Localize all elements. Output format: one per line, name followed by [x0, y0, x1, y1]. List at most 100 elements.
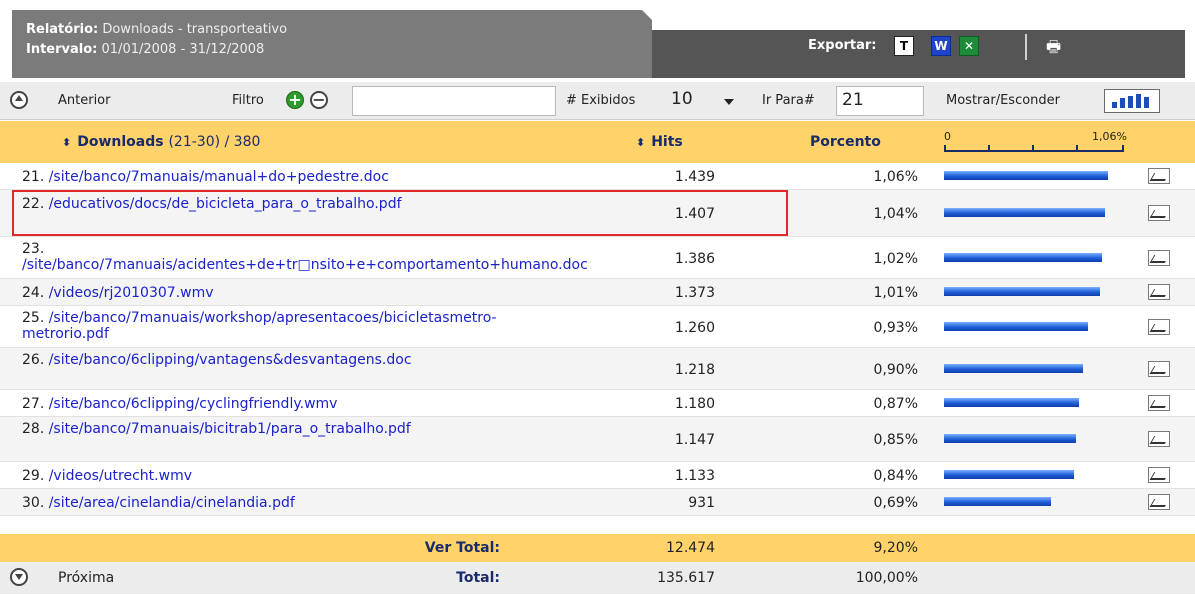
- text-export-icon[interactable]: T: [894, 36, 914, 56]
- goto-input[interactable]: 21: [836, 86, 924, 116]
- table-row: 23. /site/banco/7manuais/acidentes+de+tr…: [0, 237, 1195, 279]
- hits-value: 931: [688, 495, 715, 511]
- percent-bar: [944, 322, 1088, 331]
- percent-bar: [944, 398, 1079, 407]
- chart-icon[interactable]: [1148, 250, 1170, 266]
- report-header: Relatório: Downloads - transporteativo I…: [0, 0, 1195, 80]
- percent-value: 0,93%: [873, 320, 918, 336]
- pagination-footer: Próxima Total: 135.617 100,00%: [0, 562, 1195, 594]
- table-row: 30. /site/area/cinelandia/cinelandia.pdf…: [0, 489, 1195, 516]
- divider: [1025, 34, 1027, 60]
- hits-column-header[interactable]: ⬍ Hits: [636, 134, 683, 150]
- percent-value: 0,84%: [873, 468, 918, 484]
- view-total-hits: 12.474: [666, 540, 715, 556]
- hits-value: 1.373: [674, 285, 715, 301]
- word-export-icon[interactable]: W: [931, 36, 951, 56]
- previous-arrow-icon[interactable]: [10, 91, 28, 109]
- toggle-bars-button[interactable]: [1104, 89, 1160, 113]
- filter-input[interactable]: [352, 86, 556, 116]
- total-hits: 135.617: [657, 570, 715, 586]
- percent-value: 1,06%: [873, 169, 918, 185]
- total-label: Total:: [456, 570, 500, 586]
- download-link[interactable]: 28. /site/banco/7manuais/bicitrab1/para_…: [22, 421, 522, 437]
- chart-icon[interactable]: [1148, 205, 1170, 221]
- chart-icon[interactable]: [1148, 395, 1170, 411]
- download-link[interactable]: 29. /videos/utrecht.wmv: [22, 468, 522, 484]
- percent-value: 1,04%: [873, 206, 918, 222]
- chart-icon[interactable]: [1148, 494, 1170, 510]
- interval-value: 01/01/2008 - 31/12/2008: [101, 42, 265, 57]
- percent-value: 0,90%: [873, 362, 918, 378]
- table-row: 28. /site/banco/7manuais/bicitrab1/para_…: [0, 417, 1195, 462]
- chart-icon[interactable]: [1148, 168, 1170, 184]
- hits-value: 1.147: [674, 432, 715, 448]
- chart-icon[interactable]: [1148, 467, 1170, 483]
- toggle-label: Mostrar/Esconder: [946, 93, 1060, 108]
- table-row: 21. /site/banco/7manuais/manual+do+pedes…: [0, 163, 1195, 190]
- sort-icon[interactable]: ⬍: [62, 136, 71, 149]
- percent-value: 1,01%: [873, 285, 918, 301]
- chart-icon[interactable]: [1148, 431, 1170, 447]
- shown-label: # Exibidos: [566, 93, 636, 108]
- percent-bar: [944, 434, 1076, 443]
- highlight-box: [12, 190, 788, 236]
- download-link[interactable]: 23. /site/banco/7manuais/acidentes+de+tr…: [22, 241, 588, 273]
- hits-value: 1.218: [674, 362, 715, 378]
- chart-icon[interactable]: [1148, 361, 1170, 377]
- table-row: 25. /site/banco/7manuais/workshop/aprese…: [0, 306, 1195, 348]
- scale-min: 0: [944, 130, 951, 143]
- download-link[interactable]: 21. /site/banco/7manuais/manual+do+pedes…: [22, 169, 522, 185]
- download-link[interactable]: 30. /site/area/cinelandia/cinelandia.pdf: [22, 495, 522, 511]
- percent-bar: [944, 364, 1083, 373]
- total-percent: 100,00%: [855, 570, 918, 586]
- chart-icon[interactable]: [1148, 284, 1170, 300]
- downloads-range: (21-30) / 380: [168, 134, 261, 150]
- next-button[interactable]: Próxima: [58, 570, 114, 586]
- percent-value: 1,02%: [873, 251, 918, 267]
- view-total-label[interactable]: Ver Total:: [420, 540, 500, 556]
- download-link[interactable]: 26. /site/banco/6clipping/vantagens&desv…: [22, 352, 522, 368]
- excel-export-icon[interactable]: ✕: [959, 36, 979, 56]
- hits-value: 1.439: [674, 169, 715, 185]
- table-row: 26. /site/banco/6clipping/vantagens&desv…: [0, 348, 1195, 390]
- toolbar: Anterior Filtro + − # Exibidos 10 Ir Par…: [0, 82, 1195, 120]
- view-total-row: Ver Total: 12.474 9,20%: [0, 534, 1195, 562]
- percent-bar: [944, 470, 1074, 479]
- table-row: 27. /site/banco/6clipping/cyclingfriendl…: [0, 390, 1195, 417]
- percent-value: 0,69%: [873, 495, 918, 511]
- percent-bar: [944, 253, 1102, 262]
- download-link[interactable]: 24. /videos/rj2010307.wmv: [22, 285, 522, 301]
- table-row: 24. /videos/rj2010307.wmv 1.373 1,01%: [0, 279, 1195, 306]
- chart-icon[interactable]: [1148, 319, 1170, 335]
- report-label: Relatório:: [26, 22, 99, 37]
- sort-icon[interactable]: ⬍: [636, 136, 645, 149]
- chevron-down-icon[interactable]: [724, 99, 734, 105]
- download-link[interactable]: 25. /site/banco/7manuais/workshop/aprese…: [22, 310, 522, 342]
- report-value: Downloads - transporteativo: [102, 22, 288, 37]
- export-label: Exportar:: [808, 38, 877, 53]
- percent-bar: [944, 497, 1051, 506]
- next-arrow-icon[interactable]: [10, 568, 28, 586]
- percent-value: 0,85%: [873, 432, 918, 448]
- report-line: Relatório: Downloads - transporteativo: [26, 22, 287, 37]
- bar-scale: 0 1,06%: [944, 130, 1127, 156]
- print-icon[interactable]: 🖶: [1046, 36, 1061, 63]
- interval-label: Intervalo:: [26, 42, 98, 57]
- remove-filter-icon[interactable]: −: [310, 91, 328, 109]
- shown-select[interactable]: 10: [666, 86, 746, 116]
- table-row: 29. /videos/utrecht.wmv 1.133 0,84%: [0, 462, 1195, 489]
- previous-button[interactable]: Anterior: [58, 93, 110, 108]
- interval-line: Intervalo: 01/01/2008 - 31/12/2008: [26, 42, 264, 57]
- goto-label: Ir Para#: [762, 93, 815, 108]
- downloads-column-header[interactable]: ⬍ Downloads (21-30) / 380: [62, 134, 260, 150]
- percent-value: 0,87%: [873, 396, 918, 412]
- percent-column-header: Porcento: [810, 134, 881, 150]
- filter-label: Filtro: [232, 93, 264, 108]
- hits-value: 1.386: [674, 251, 715, 267]
- percent-bar: [944, 287, 1100, 296]
- hits-value: 1.133: [674, 468, 715, 484]
- scale-max: 1,06%: [1092, 130, 1127, 143]
- view-total-percent: 9,20%: [873, 540, 918, 556]
- add-filter-icon[interactable]: +: [286, 91, 304, 109]
- download-link[interactable]: 27. /site/banco/6clipping/cyclingfriendl…: [22, 396, 522, 412]
